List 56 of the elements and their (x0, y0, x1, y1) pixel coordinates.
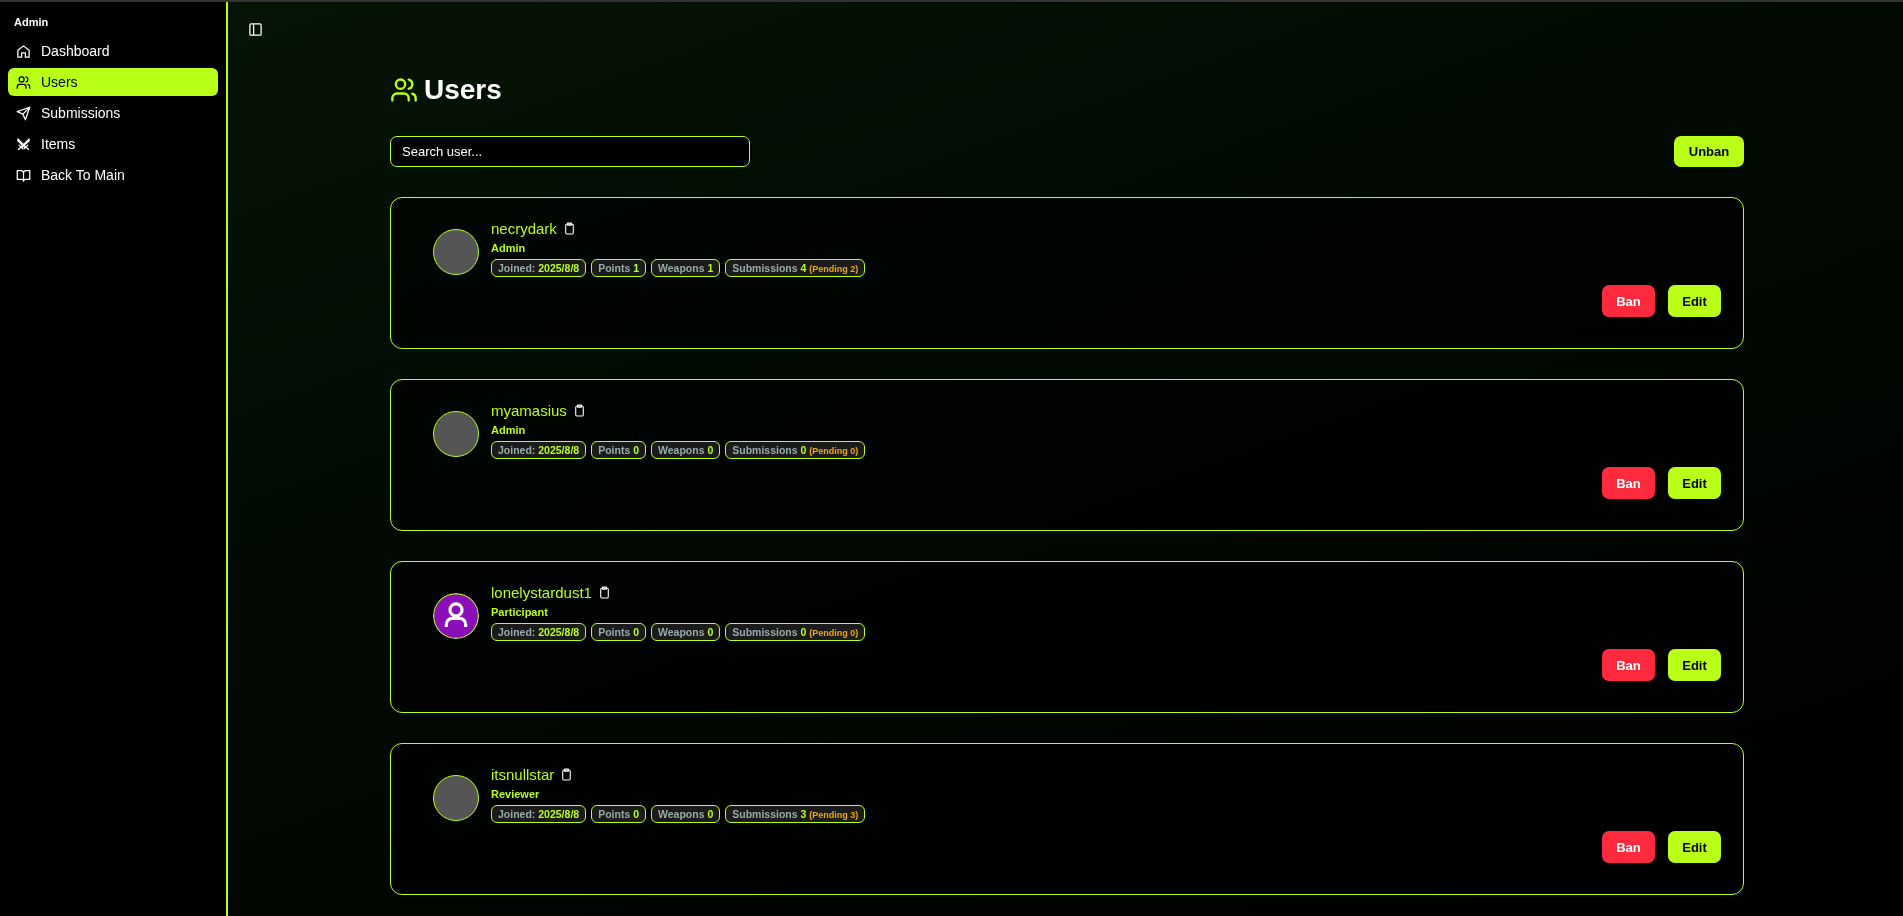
ban-button[interactable]: Ban (1602, 649, 1655, 681)
edit-button[interactable]: Edit (1668, 831, 1721, 863)
sidebar-item[interactable]: Dashboard (8, 37, 218, 65)
user-role: Admin (491, 242, 527, 254)
default-avatar-icon (433, 593, 479, 639)
joined-badge: Joined: 2025/8/8 (491, 259, 587, 277)
search-field[interactable]: Search user... (390, 136, 750, 167)
user-role: Participant (491, 606, 549, 618)
send-icon (16, 105, 31, 121)
weapons-badge: Weapons 0 (651, 623, 721, 641)
user-role: Admin (491, 424, 527, 436)
submissions-badge: Submissions 3 (Pending 3) (725, 805, 866, 823)
swords-icon (16, 136, 31, 152)
avatar-placeholder (433, 775, 479, 821)
clipboard-icon[interactable] (597, 586, 611, 599)
edit-button[interactable]: Edit (1668, 649, 1721, 681)
submissions-badge: Submissions 4 (Pending 2) (725, 259, 866, 277)
sidebar-toggle-icon[interactable] (248, 22, 263, 37)
joined-badge: Joined: 2025/8/8 (491, 623, 587, 641)
clipboard-icon[interactable] (560, 768, 574, 781)
points-badge: Points 0 (591, 805, 646, 823)
joined-badge: Joined: 2025/8/8 (491, 805, 587, 823)
sidebar-item[interactable]: Submissions (8, 99, 218, 127)
submissions-badge: Submissions 0 (Pending 0) (725, 441, 866, 459)
edit-button[interactable]: Edit (1668, 285, 1721, 317)
username: necrydark (491, 220, 557, 237)
sidebar-group-label: Admin (13, 16, 50, 30)
ban-button[interactable]: Ban (1602, 467, 1655, 499)
unban-button[interactable]: Unban (1674, 136, 1744, 167)
weapons-badge: Weapons 0 (651, 441, 721, 459)
users-icon (16, 74, 31, 90)
home-icon (16, 43, 31, 59)
weapons-badge: Weapons 0 (651, 805, 721, 823)
sidebar-item[interactable]: Items (8, 130, 218, 158)
ban-button[interactable]: Ban (1602, 831, 1655, 863)
user-role: Reviewer (491, 788, 541, 800)
points-badge: Points 1 (591, 259, 646, 277)
edit-button[interactable]: Edit (1668, 467, 1721, 499)
clipboard-icon[interactable] (572, 404, 586, 417)
sidebar-item[interactable]: Back To Main (8, 161, 218, 189)
joined-badge: Joined: 2025/8/8 (491, 441, 587, 459)
weapons-badge: Weapons 1 (651, 259, 721, 277)
points-badge: Points 0 (591, 441, 646, 459)
page-title: Users (424, 74, 502, 106)
points-badge: Points 0 (591, 623, 646, 641)
users-icon (390, 76, 418, 104)
username: itsnullstar (491, 766, 555, 783)
clipboard-icon[interactable] (562, 222, 576, 235)
sidebar-item[interactable]: Users (8, 68, 218, 96)
book-icon (16, 167, 31, 183)
username: lonelystardust1 (491, 584, 592, 601)
avatar-placeholder (433, 411, 479, 457)
avatar-placeholder (433, 229, 479, 275)
username: myamasius (491, 402, 567, 419)
submissions-badge: Submissions 0 (Pending 0) (725, 623, 866, 641)
ban-button[interactable]: Ban (1602, 285, 1655, 317)
